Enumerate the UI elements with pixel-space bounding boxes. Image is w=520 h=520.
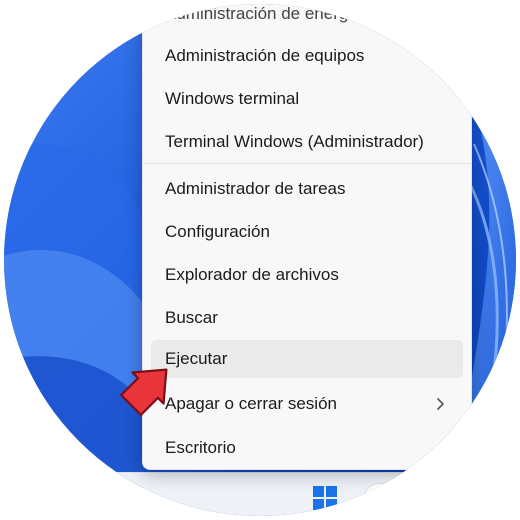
menu-item-task-manager[interactable]: Administrador de tareas bbox=[151, 170, 463, 208]
menu-item-windows-terminal[interactable]: Windows terminal bbox=[151, 80, 463, 118]
menu-item-settings[interactable]: Configuración bbox=[151, 213, 463, 251]
menu-item-computer-management[interactable]: Administración de equipos bbox=[151, 37, 463, 75]
menu-item-label: Administración de energía bbox=[165, 4, 363, 23]
menu-item-label: Windows terminal bbox=[165, 89, 300, 108]
menu-item-label: Administración de equipos bbox=[165, 46, 365, 65]
screenshot-stage: Administración de energía Administración… bbox=[0, 0, 520, 520]
menu-item-search[interactable]: Buscar bbox=[151, 299, 463, 337]
menu-item-run[interactable]: Ejecutar bbox=[151, 340, 463, 378]
menu-item-shutdown-signout[interactable]: Apagar o cerrar sesión bbox=[151, 385, 463, 423]
windows-logo-icon bbox=[313, 486, 337, 510]
winx-context-menu: Administración de energía Administración… bbox=[142, 4, 472, 470]
menu-item-label: Terminal Windows (Administrador) bbox=[165, 132, 424, 151]
menu-item-label: Administrador de tareas bbox=[165, 179, 346, 198]
menu-item-label: Escritorio bbox=[165, 438, 236, 457]
red-arrow-pointer-icon bbox=[120, 368, 168, 416]
taskbar bbox=[4, 472, 516, 516]
menu-item-label: Explorador de archivos bbox=[165, 265, 339, 284]
menu-item-label: Buscar bbox=[165, 308, 218, 327]
menu-item-desktop[interactable]: Escritorio bbox=[151, 429, 463, 467]
circular-crop: Administración de energía Administración… bbox=[4, 4, 516, 516]
menu-item-power-options[interactable]: Administración de energía bbox=[151, 4, 463, 33]
menu-item-label: Configuración bbox=[165, 222, 270, 241]
taskbar-search-box[interactable] bbox=[364, 483, 506, 515]
start-button[interactable] bbox=[308, 483, 342, 513]
menu-separator bbox=[143, 163, 471, 164]
chevron-right-icon bbox=[437, 398, 444, 410]
menu-item-label: Apagar o cerrar sesión bbox=[165, 394, 337, 413]
menu-item-file-explorer[interactable]: Explorador de archivos bbox=[151, 256, 463, 294]
menu-item-terminal-admin[interactable]: Terminal Windows (Administrador) bbox=[151, 123, 463, 161]
